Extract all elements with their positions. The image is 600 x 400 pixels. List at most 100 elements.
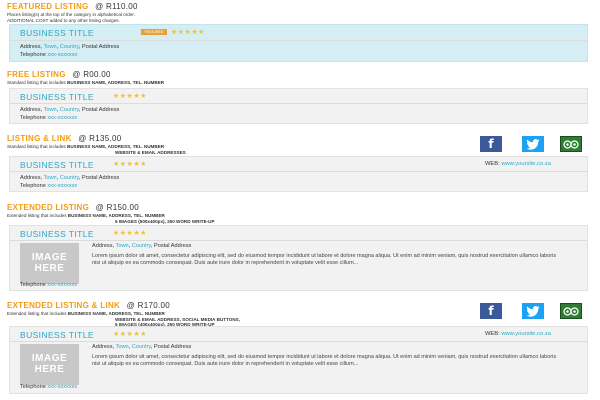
telephone-line: Telephone xxx-xxxxxxx	[20, 384, 77, 390]
image-placeholder[interactable]: IMAGE HERE	[20, 243, 79, 284]
tripadvisor-icon[interactable]	[560, 303, 582, 319]
facebook-glyph: f	[488, 137, 494, 151]
listing-link-desc-bold1: BUSINESS NAME, ADDRESS, TEL. NUMBER	[67, 144, 165, 149]
facebook-icon[interactable]: f	[480, 136, 502, 152]
business-title[interactable]: BUSINESS TITLE	[20, 160, 94, 170]
free-desc-prefix: Standard listing that includes	[7, 80, 68, 85]
business-title[interactable]: BUSINESS TITLE	[20, 28, 94, 38]
featured-listing-card[interactable]: BUSINESS TITLE FEATURED ★★★★★ Address, T…	[9, 24, 588, 62]
business-title[interactable]: BUSINESS TITLE	[20, 92, 94, 102]
address-line: Address, Town, Country, Postal Address	[92, 243, 191, 249]
tripadvisor-icon[interactable]	[560, 136, 582, 152]
telephone-line: Telephone xxx-xxxxxxx	[20, 282, 77, 288]
telephone-link[interactable]: xxx-xxxxxxx	[47, 115, 77, 121]
country-link[interactable]: Country	[60, 175, 79, 181]
extended-link-card[interactable]: BUSINESS TITLE ★★★★★ WEB: www.yoursite.c…	[9, 326, 588, 394]
twitter-bird-icon	[526, 305, 540, 317]
address-suffix: , Postal Address	[150, 243, 192, 249]
website-link[interactable]: www.yoursite.co.za	[501, 161, 551, 167]
extended-listing-card[interactable]: BUSINESS TITLE ★★★★★ IMAGE HERE Address,…	[9, 225, 588, 291]
extended-link-desc-bold2: WEBSITE & EMAIL ADDRESS, SOCIAL MEDIA BU…	[115, 316, 240, 322]
rating-stars: ★★★★★	[171, 29, 205, 36]
extended-desc-cont: 5 IMAGES (500x400px), 250 WORD WRITE-UP	[7, 219, 595, 225]
featured-desc-line2: ADDITIONAL COST added to any other listi…	[7, 17, 120, 23]
rating-stars: ★★★★★	[113, 230, 147, 237]
address-line: Address, Town, Country, Postal Address	[20, 107, 119, 113]
address-prefix: Address,	[92, 344, 116, 350]
free-listing-section: FREE LISTING @ R00.00 Standard listing t…	[7, 70, 595, 86]
card-divider	[10, 103, 587, 104]
extended-listing-section: EXTENDED LISTING @ R150.00 Extended list…	[7, 203, 595, 224]
card-divider	[10, 171, 587, 172]
facebook-icon[interactable]: f	[480, 303, 502, 319]
telephone-label: Telephone	[20, 384, 48, 390]
address-line: Address, Town, Country, Postal Address	[20, 44, 119, 50]
image-placeholder[interactable]: IMAGE HERE	[20, 344, 79, 385]
extended-link-heading: EXTENDED LISTING & LINK @ R170.00	[7, 301, 595, 311]
business-title[interactable]: BUSINESS TITLE	[20, 229, 94, 239]
address-line: Address, Town, Country, Postal Address	[20, 175, 119, 181]
address-line: Address, Town, Country, Postal Address	[92, 344, 191, 350]
town-link[interactable]: Town	[44, 44, 57, 50]
business-title[interactable]: BUSINESS TITLE	[20, 330, 94, 340]
listing-link-card[interactable]: BUSINESS TITLE ★★★★★ WEB: www.yoursite.c…	[9, 156, 588, 192]
website-line: WEB: www.yoursite.co.za	[485, 161, 551, 167]
telephone-line: Telephone xxx-xxxxxxx	[20, 52, 77, 58]
country-link[interactable]: Country	[60, 107, 79, 113]
card-divider	[10, 240, 587, 241]
address-suffix: , Postal Address	[150, 344, 192, 350]
free-heading: FREE LISTING @ R00.00	[7, 70, 595, 80]
twitter-bird-icon	[526, 138, 540, 150]
telephone-link[interactable]: xxx-xxxxxxx	[47, 183, 77, 189]
extended-price: @ R150.00	[95, 203, 139, 212]
telephone-line: Telephone xxx-xxxxxxx	[20, 183, 77, 189]
address-prefix: Address,	[92, 243, 116, 249]
telephone-label: Telephone	[20, 52, 48, 58]
rating-stars: ★★★★★	[113, 93, 147, 100]
free-title: FREE LISTING	[7, 70, 66, 79]
twitter-icon[interactable]	[522, 303, 544, 319]
featured-badge: FEATURED	[141, 29, 167, 35]
address-suffix: , Postal Address	[78, 107, 120, 113]
town-link[interactable]: Town	[116, 344, 129, 350]
extended-link-price: @ R170.00	[126, 301, 170, 310]
town-link[interactable]: Town	[116, 243, 129, 249]
featured-heading: FEATURED LISTING @ R110.00	[7, 2, 595, 12]
listing-link-desc-cont: WEBSITE & EMAIL ADDRESSES	[7, 150, 595, 156]
image-placeholder-line1: IMAGE	[31, 252, 68, 263]
town-link[interactable]: Town	[44, 175, 57, 181]
featured-price: @ R110.00	[95, 2, 138, 11]
website-link[interactable]: www.yoursite.co.za	[501, 331, 551, 337]
address-suffix: , Postal Address	[78, 44, 120, 50]
listing-link-desc-bold2: WEBSITE & EMAIL ADDRESSES	[115, 149, 186, 155]
card-divider	[10, 40, 587, 41]
country-link[interactable]: Country	[132, 344, 151, 350]
free-price: @ R00.00	[72, 70, 111, 79]
rating-stars: ★★★★★	[113, 331, 147, 338]
twitter-icon[interactable]	[522, 136, 544, 152]
tripadvisor-owl-icon	[563, 307, 579, 316]
country-link[interactable]: Country	[60, 44, 79, 50]
extended-link-section: EXTENDED LISTING & LINK @ R170.00 Extend…	[7, 301, 595, 328]
telephone-link[interactable]: xxx-xxxxxxx	[47, 52, 77, 58]
facebook-glyph: f	[488, 304, 494, 318]
description-text: Lorem ipsum dolor sit amet, consectetur …	[92, 354, 557, 367]
telephone-label: Telephone	[20, 115, 48, 121]
address-suffix: , Postal Address	[78, 175, 120, 181]
web-label: WEB:	[484, 331, 502, 337]
telephone-link[interactable]: xxx-xxxxxxx	[47, 282, 77, 288]
description-text: Lorem ipsum dolor sit amet, consectetur …	[92, 253, 557, 266]
image-placeholder-line2: HERE	[34, 263, 65, 274]
listing-link-section: LISTING & LINK @ R135.00 Standard listin…	[7, 134, 595, 155]
free-listing-card[interactable]: BUSINESS TITLE ★★★★★ Address, Town, Coun…	[9, 88, 588, 124]
town-link[interactable]: Town	[44, 107, 57, 113]
country-link[interactable]: Country	[132, 243, 151, 249]
address-prefix: Address,	[20, 107, 44, 113]
free-desc: Standard listing that includes BUSINESS …	[7, 80, 595, 86]
telephone-label: Telephone	[20, 183, 48, 189]
telephone-link[interactable]: xxx-xxxxxxx	[47, 384, 77, 390]
extended-desc-prefix: Extended listing that includes	[7, 213, 68, 218]
extended-title: EXTENDED LISTING	[7, 203, 90, 212]
card-divider	[10, 341, 587, 342]
website-line: WEB: www.yoursite.co.za	[485, 331, 551, 337]
